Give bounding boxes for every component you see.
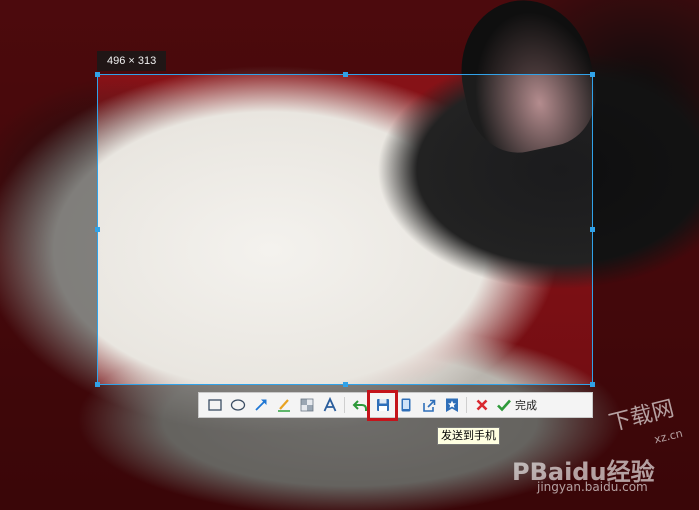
screenshot-toolbar: 完成 [198,389,593,421]
text-icon [323,397,336,412]
capture-selection[interactable] [95,72,595,387]
dim-overlay-right [593,74,699,385]
toolbar-divider [466,397,467,413]
mosaic-tool-button[interactable] [296,395,317,416]
pen-tool-button[interactable] [273,395,294,416]
save-icon [376,399,389,411]
share-icon [422,399,435,412]
selection-size-label: 496 × 313 [97,51,167,71]
arrow-tool-button[interactable] [250,395,271,416]
rectangle-icon [207,399,222,411]
mosaic-icon [300,398,313,412]
dim-overlay-left [0,74,97,385]
star-icon [445,398,458,412]
done-label: 完成 [515,400,537,412]
close-icon [476,399,487,411]
arrow-icon [254,399,266,411]
text-tool-button[interactable] [319,395,340,416]
check-icon [497,399,511,412]
cancel-button[interactable] [471,395,492,416]
rectangle-tool-button[interactable] [204,395,225,416]
resize-handle-top[interactable] [343,72,348,77]
ellipse-tool-button[interactable] [227,395,248,416]
toolbar-divider [344,397,345,413]
save-button[interactable] [367,389,398,421]
resize-handle-bottom[interactable] [343,382,348,387]
watermark-url: jingyan.baidu.com [537,480,648,494]
tooltip: 发送到手机 [437,427,500,445]
undo-icon [352,400,367,411]
favorite-button[interactable] [441,395,462,416]
pen-icon [277,399,290,412]
undo-button[interactable] [349,395,370,416]
resize-handle-left[interactable] [95,227,100,232]
share-button[interactable] [418,395,439,416]
resize-handle-top-left[interactable] [95,72,100,77]
done-button[interactable]: 完成 [496,395,537,416]
phone-icon [401,398,410,412]
send-to-phone-button[interactable] [395,395,416,416]
resize-handle-bottom-left[interactable] [95,382,100,387]
resize-handle-right[interactable] [590,227,595,232]
ellipse-icon [230,399,245,411]
resize-handle-top-right[interactable] [590,72,595,77]
resize-handle-bottom-right[interactable] [590,382,595,387]
